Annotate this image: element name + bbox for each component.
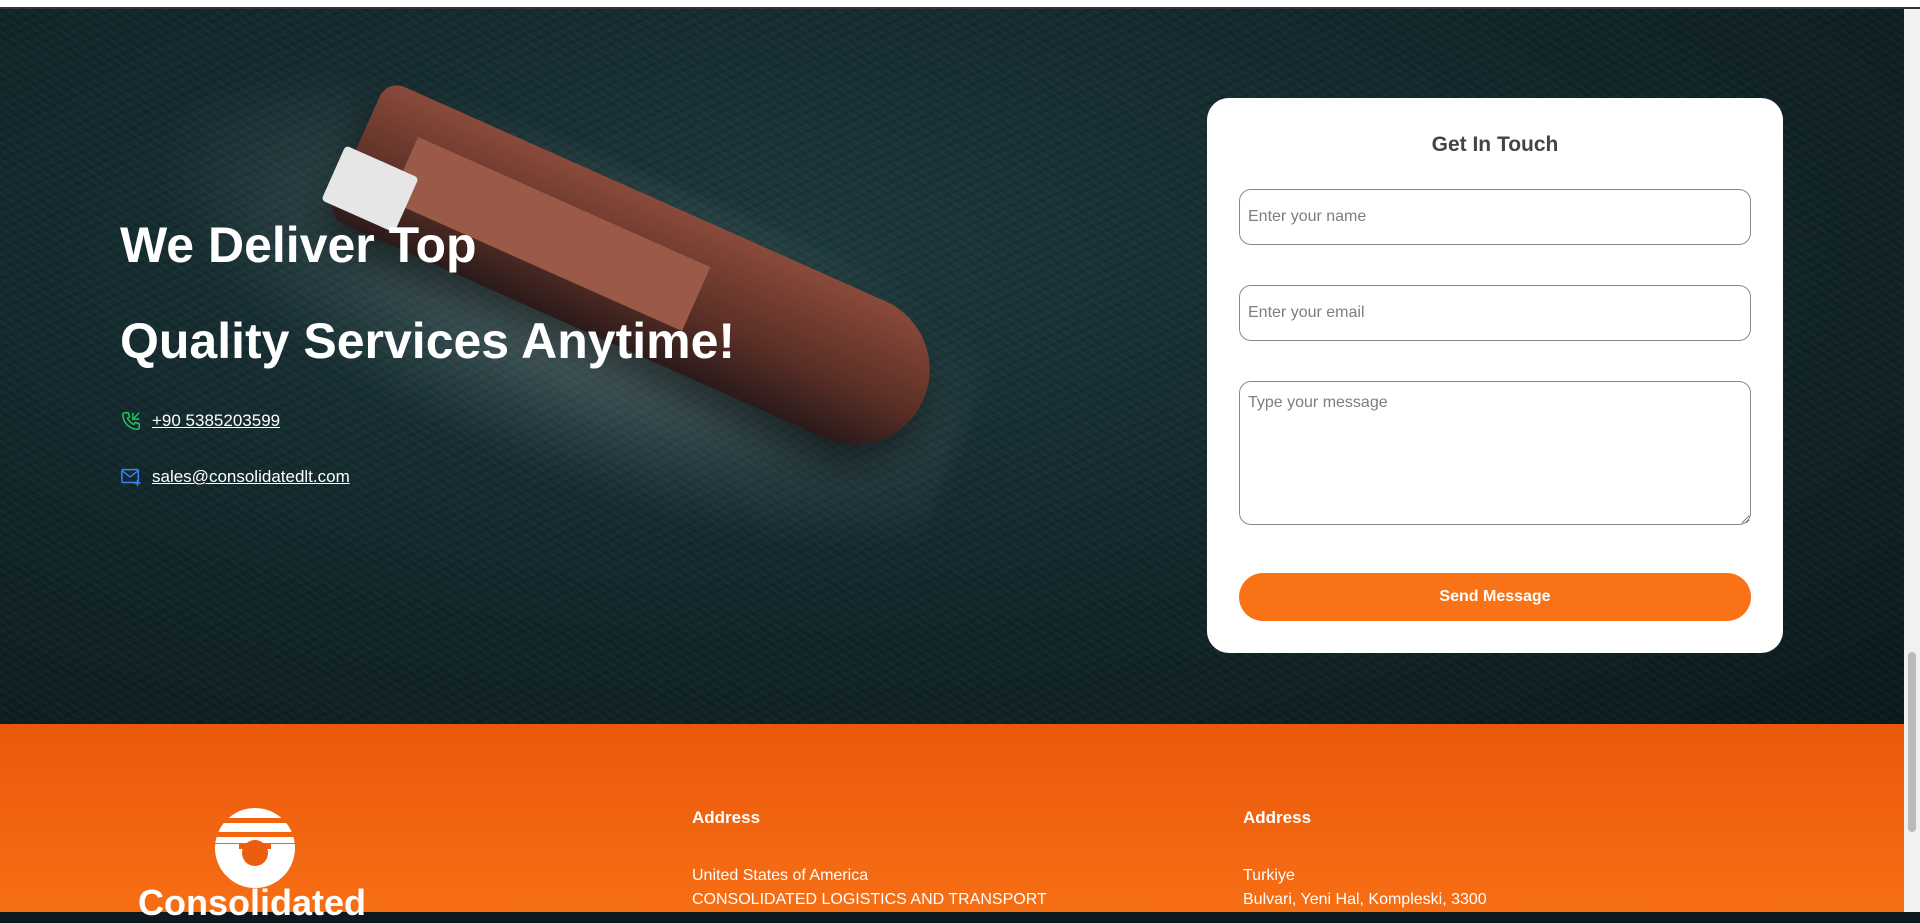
address-block-turkiye: Address Turkiye Bulvari, Yeni Hal, Kompl… (1243, 808, 1487, 912)
email-contact: sales@consolidatedlt.com (120, 466, 350, 488)
hero-title-line-1: We Deliver Top (120, 217, 477, 273)
message-textarea[interactable] (1239, 381, 1751, 525)
address-heading: Address (1243, 808, 1312, 827)
email-link[interactable]: sales@consolidatedlt.com (152, 467, 350, 487)
mail-icon (121, 468, 141, 487)
footer: Consolidated Address United States of Am… (0, 724, 1904, 921)
send-message-button[interactable]: Send Message (1239, 573, 1751, 621)
contact-form: Get In Touch Send Message (1207, 98, 1783, 653)
window-top-edge (0, 0, 1920, 9)
address-line: United States of America (692, 867, 869, 884)
address-heading: Address (692, 808, 761, 827)
phone-icon (122, 412, 140, 430)
address-block-usa: Address United States of America CONSOLI… (692, 808, 1047, 912)
form-title: Get In Touch (1431, 133, 1559, 156)
name-input[interactable] (1239, 189, 1751, 245)
hero-title-line-2: Quality Services Anytime! (120, 313, 736, 369)
page-scrollbar-thumb[interactable] (1908, 652, 1916, 832)
phone-link[interactable]: +90 5385203599 (152, 411, 280, 431)
address-line: CONSOLIDATED LOGISTICS AND TRANSPORT (692, 891, 1047, 908)
logo-text: Consolidated (138, 882, 367, 923)
hero-section: We Deliver Top Quality Services Anytime!… (0, 9, 1904, 724)
hero-title: We Deliver Top Quality Services Anytime! (120, 197, 735, 389)
address-line: Turkiye (1243, 867, 1295, 884)
logo-mark-icon (215, 808, 295, 888)
address-line: Bulvari, Yeni Hal, Kompleski, 3300 (1243, 891, 1487, 908)
email-input[interactable] (1239, 285, 1751, 341)
phone-contact: +90 5385203599 (120, 410, 280, 432)
